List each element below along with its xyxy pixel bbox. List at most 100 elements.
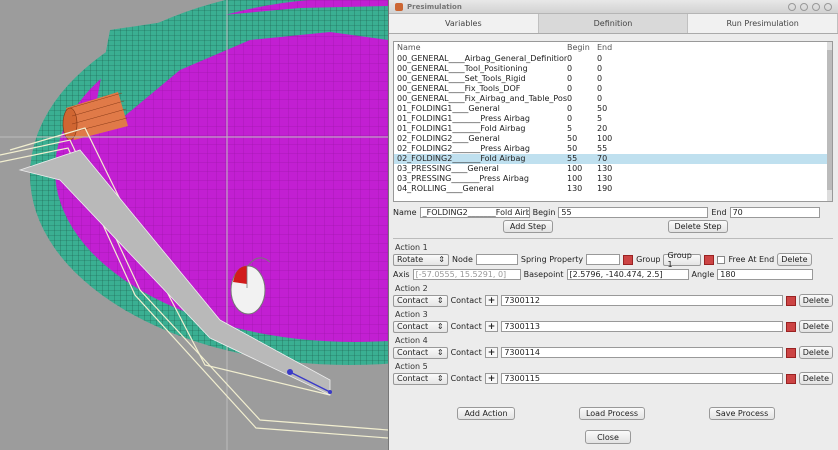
list-item[interactable]: 04_ROLLING____General 130 190 [394, 184, 832, 194]
pick-icon[interactable] [785, 373, 796, 384]
step-list[interactable]: Name Begin End 00_GENERAL____Airbag_Gene… [393, 41, 833, 202]
plus-icon[interactable]: + [484, 347, 499, 358]
step-begin: 0 [567, 84, 573, 93]
step-begin: 130 [567, 184, 583, 193]
tab-definition[interactable]: Definition [538, 14, 689, 33]
delete-action-button[interactable]: Delete [798, 294, 833, 307]
3d-viewport[interactable] [0, 0, 388, 450]
step-begin: 50 [567, 134, 578, 143]
delete-step-button[interactable]: Delete Step [668, 220, 728, 233]
col-begin[interactable]: Begin [567, 42, 597, 54]
list-item[interactable]: 02_FOLDING2____General 50 100 [394, 134, 832, 144]
angle-field[interactable]: 180 [717, 269, 814, 280]
step-begin: 0 [567, 54, 573, 63]
step-end: 0 [597, 64, 603, 73]
pick-icon[interactable] [623, 254, 634, 265]
plus-icon[interactable]: + [484, 373, 499, 384]
pick-icon[interactable] [785, 347, 796, 358]
step-end: 70 [597, 154, 608, 163]
angle-label: Angle [691, 270, 715, 279]
contact-field[interactable]: 7300115 [501, 373, 783, 384]
save-process-button[interactable]: Save Process [709, 407, 775, 420]
begin-field[interactable]: 55 [558, 206, 709, 218]
contact-label: Contact [450, 348, 482, 357]
list-item[interactable]: 03_PRESSING____General 100 130 [394, 164, 832, 174]
list-item[interactable]: 00_GENERAL____Airbag_General_Definitions… [394, 54, 832, 64]
action-type-select[interactable]: Contact ⇕ [393, 372, 448, 385]
list-item[interactable]: 01_FOLDING1_______Press Airbag 0 5 [394, 114, 832, 124]
spring-property-field[interactable] [586, 254, 621, 265]
actions-panel: Action 1 Rotate ⇕ Node Spring Property Gr… [393, 242, 833, 387]
close-icon[interactable] [824, 2, 832, 11]
help-icon[interactable] [788, 2, 796, 11]
list-item[interactable]: 00_GENERAL____Fix_Tools_DOF 0 0 [394, 84, 832, 94]
action-label: Action 5 [395, 362, 428, 371]
step-name-field[interactable]: _FOLDING2_______Fold Airbag [419, 206, 530, 218]
col-end[interactable]: End [597, 42, 677, 54]
presim-app-icon [395, 2, 403, 11]
list-item[interactable]: 02_FOLDING2_______Fold Airbag 55 70 [394, 154, 832, 164]
pick-icon[interactable] [785, 321, 796, 332]
list-item[interactable]: 01_FOLDING1____General 0 50 [394, 104, 832, 114]
separator [393, 238, 833, 239]
group-pick-icon[interactable] [704, 254, 715, 265]
maximize-icon[interactable] [812, 2, 820, 11]
delete-action-button[interactable]: Delete [798, 372, 833, 385]
add-action-button[interactable]: Add Action [457, 407, 515, 420]
step-name: 00_GENERAL____Set_Tools_Rigid [397, 74, 526, 83]
step-end: 130 [597, 174, 613, 183]
action-type-select[interactable]: Rotate ⇕ [393, 253, 449, 266]
add-step-button[interactable]: Add Step [503, 220, 553, 233]
list-item[interactable]: 03_PRESSING_______Press Airbag 100 130 [394, 174, 832, 184]
free-at-end-checkbox[interactable] [717, 255, 726, 264]
list-item[interactable]: 00_GENERAL____Set_Tools_Rigid 0 0 [394, 74, 832, 84]
load-process-button[interactable]: Load Process [579, 407, 645, 420]
step-begin: 0 [567, 104, 573, 113]
list-item[interactable]: 02_FOLDING2_______Press Airbag 50 55 [394, 144, 832, 154]
axis-field[interactable]: [-57.0555, 15.5291, 0] [412, 269, 521, 280]
list-item[interactable]: 01_FOLDING1_______Fold Airbag 5 20 [394, 124, 832, 134]
step-begin: 0 [567, 74, 573, 83]
action-1-label: Action 1 [395, 243, 428, 252]
step-name: 01_FOLDING1_______Press Airbag [397, 114, 530, 123]
list-header: Name Begin End [394, 42, 832, 54]
list-item[interactable]: 00_GENERAL____Fix_Airbag_and_Table_Posi.… [394, 94, 832, 104]
list-item[interactable]: 00_GENERAL____Tool_Positioning 0 0 [394, 64, 832, 74]
basepoint-field[interactable]: [2.5796, -140.474, 2.5] [566, 269, 689, 280]
step-end: 20 [597, 124, 608, 133]
action-type-select[interactable]: Contact ⇕ [393, 320, 448, 333]
col-name[interactable]: Name [397, 42, 567, 54]
step-name: 01_FOLDING1_______Fold Airbag [397, 124, 526, 133]
group-select[interactable]: Group 1 [663, 251, 702, 269]
contact-field[interactable]: 7300112 [501, 295, 783, 306]
action-type-select[interactable]: Contact ⇕ [393, 294, 448, 307]
minimize-icon[interactable] [800, 2, 808, 11]
step-end: 100 [597, 134, 613, 143]
group-label: Group [636, 255, 661, 264]
action-type-select[interactable]: Contact ⇕ [393, 346, 448, 359]
plus-icon[interactable]: + [484, 321, 499, 332]
end-field[interactable]: 70 [729, 206, 820, 218]
step-begin: 0 [567, 64, 573, 73]
delete-action-1-button[interactable]: Delete [777, 253, 812, 266]
list-scrollbar[interactable] [827, 42, 832, 201]
plus-icon[interactable]: + [484, 295, 499, 306]
contact-field[interactable]: 7300114 [501, 347, 783, 358]
title-bar: Presimulation [389, 0, 838, 14]
step-begin: 100 [567, 174, 583, 183]
axis-row: Axis [-57.0555, 15.5291, 0] Basepoint [2… [393, 268, 833, 281]
tab-variables[interactable]: Variables [389, 14, 539, 33]
step-end: 55 [597, 144, 608, 153]
step-begin: 50 [567, 144, 578, 153]
contact-action-row: Contact ⇕ Contact +7300113 Delete [393, 320, 833, 333]
node-field[interactable] [475, 254, 518, 265]
contact-field[interactable]: 7300113 [501, 321, 783, 332]
delete-action-button[interactable]: Delete [798, 346, 833, 359]
delete-action-button[interactable]: Delete [798, 320, 833, 333]
airbag-mesh-scene [0, 0, 388, 450]
close-button[interactable]: Close [585, 430, 631, 444]
pick-icon[interactable] [785, 295, 796, 306]
step-buttons: Add Step Delete Step [393, 220, 833, 234]
begin-label: Begin [532, 207, 556, 217]
tab-run-presimulation[interactable]: Run Presimulation [688, 14, 838, 33]
